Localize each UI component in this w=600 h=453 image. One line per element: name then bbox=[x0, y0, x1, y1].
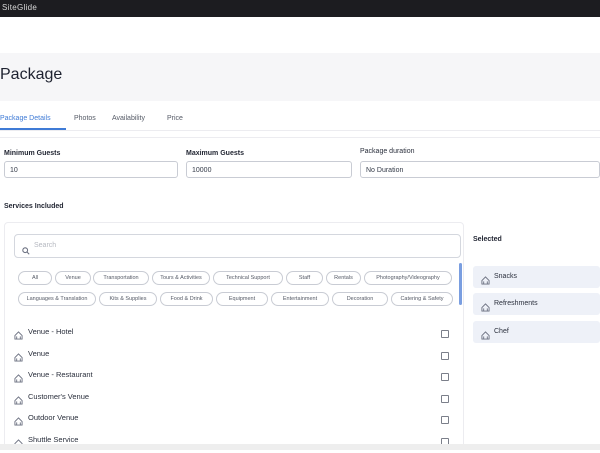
app-title: SiteGlide bbox=[2, 3, 38, 12]
category-chip[interactable]: Technical Support bbox=[213, 271, 283, 285]
service-icon bbox=[481, 299, 490, 317]
duration-label: Package duration bbox=[360, 148, 415, 155]
selected-item[interactable]: Snacks bbox=[473, 266, 600, 288]
max-guests-label: Maximum Guests bbox=[186, 150, 244, 157]
max-guests-input[interactable]: 10000 bbox=[186, 161, 352, 178]
service-list-item[interactable]: Customer's Venue bbox=[14, 389, 454, 405]
service-label: Venue bbox=[28, 349, 50, 358]
service-icon bbox=[14, 413, 23, 431]
selected-item-label: Refreshments bbox=[494, 300, 538, 307]
category-chip[interactable]: Kits & Supplies bbox=[99, 292, 157, 306]
tab-package-details[interactable]: Package Details bbox=[0, 115, 51, 122]
service-icon bbox=[481, 272, 490, 290]
service-label: Customer's Venue bbox=[28, 392, 90, 401]
category-chip[interactable]: Staff bbox=[286, 271, 323, 285]
page-title: Package bbox=[0, 66, 63, 83]
service-list-item[interactable]: Venue - Hotel bbox=[14, 324, 454, 340]
category-chip[interactable]: Venue bbox=[55, 271, 91, 285]
tab-photos[interactable]: Photos bbox=[74, 115, 96, 122]
service-icon bbox=[481, 327, 490, 345]
page-header bbox=[0, 53, 600, 101]
min-guests-label: Minimum Guests bbox=[4, 150, 61, 157]
scrollbar-thumb[interactable] bbox=[459, 263, 462, 305]
service-checkbox[interactable] bbox=[441, 416, 449, 424]
service-icon bbox=[14, 392, 23, 410]
category-chip[interactable]: Entertainment bbox=[271, 292, 329, 306]
tab-price[interactable]: Price bbox=[167, 115, 183, 122]
app-titlebar: SiteGlide bbox=[0, 0, 600, 17]
category-chip[interactable]: Equipment bbox=[216, 292, 268, 306]
service-list-item[interactable]: Venue bbox=[14, 346, 454, 362]
selected-item[interactable]: Chef bbox=[473, 321, 600, 343]
search-placeholder: Search bbox=[34, 242, 57, 249]
service-list-item[interactable]: Venue - Restaurant bbox=[14, 367, 454, 383]
service-label: Outdoor Venue bbox=[28, 413, 79, 422]
category-chip[interactable]: Catering & Safety bbox=[391, 292, 453, 306]
selected-item-label: Snacks bbox=[494, 273, 517, 280]
horizontal-scrollbar[interactable] bbox=[0, 444, 600, 450]
tab-availability[interactable]: Availability bbox=[112, 115, 145, 122]
selected-label: Selected bbox=[473, 236, 502, 243]
selected-item-label: Chef bbox=[494, 328, 509, 335]
service-label: Venue - Hotel bbox=[28, 327, 74, 336]
category-chip[interactable]: Decoration bbox=[332, 292, 388, 306]
duration-select[interactable]: No Duration bbox=[360, 161, 600, 178]
category-chip[interactable]: All bbox=[18, 271, 52, 285]
category-chip[interactable]: Languages & Translation bbox=[18, 292, 96, 306]
tab-bar: Package Details Photos Availability Pric… bbox=[0, 111, 600, 131]
category-chip[interactable]: Food & Drink bbox=[160, 292, 213, 306]
service-label: Venue - Restaurant bbox=[28, 370, 93, 379]
service-checkbox[interactable] bbox=[441, 373, 449, 381]
service-icon bbox=[14, 327, 23, 345]
service-icon bbox=[14, 349, 23, 367]
service-search-input[interactable]: Search bbox=[14, 234, 461, 258]
card-edge bbox=[0, 131, 600, 138]
services-label: Services Included bbox=[4, 203, 64, 210]
service-list-item[interactable]: Outdoor Venue bbox=[14, 410, 454, 426]
search-icon bbox=[22, 242, 30, 260]
service-label: Shuttle Service bbox=[28, 435, 79, 444]
service-checkbox[interactable] bbox=[441, 395, 449, 403]
selected-item[interactable]: Refreshments bbox=[473, 293, 600, 315]
category-chip[interactable]: Rentals bbox=[326, 271, 361, 285]
service-checkbox[interactable] bbox=[441, 352, 449, 360]
category-chip[interactable]: Transportation bbox=[93, 271, 149, 285]
min-guests-input[interactable]: 10 bbox=[4, 161, 178, 178]
category-chip[interactable]: Photography/Videography bbox=[364, 271, 452, 285]
service-checkbox[interactable] bbox=[441, 330, 449, 338]
service-icon bbox=[14, 370, 23, 388]
category-chip[interactable]: Tours & Activities bbox=[152, 271, 210, 285]
